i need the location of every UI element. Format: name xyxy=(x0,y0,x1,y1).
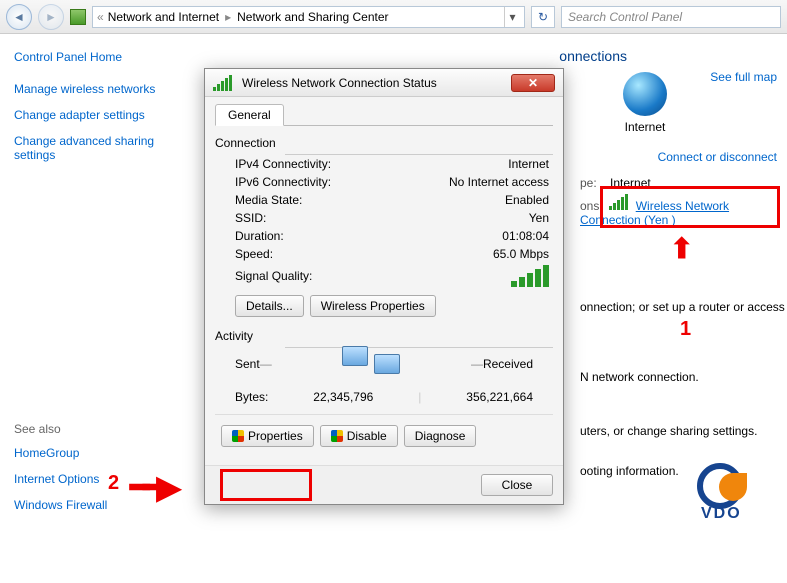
forward-button[interactable]: ► xyxy=(38,4,64,30)
close-button[interactable]: Close xyxy=(481,474,553,496)
ssid-label: SSID: xyxy=(235,211,266,225)
duration-value: 01:08:04 xyxy=(502,229,549,243)
tab-strip: General xyxy=(215,103,553,126)
control-panel-icon xyxy=(70,9,86,25)
internet-label: Internet xyxy=(623,120,667,134)
wireless-properties-button[interactable]: Wireless Properties xyxy=(310,295,436,317)
ipv4-label: IPv4 Connectivity: xyxy=(235,157,331,171)
sidebar-change-adapter[interactable]: Change adapter settings xyxy=(14,108,186,122)
sidebar-change-advanced-sharing[interactable]: Change advanced sharing settings xyxy=(14,134,186,162)
back-button[interactable]: ◄ xyxy=(6,4,32,30)
refresh-button[interactable]: ↻ xyxy=(531,6,555,28)
search-input[interactable]: Search Control Panel xyxy=(561,6,781,28)
see-full-map-link[interactable]: See full map xyxy=(710,70,777,84)
speed-label: Speed: xyxy=(235,247,273,261)
connection-group-label: Connection xyxy=(215,136,553,150)
content-text-4: ooting information. xyxy=(580,464,679,478)
media-state-value: Enabled xyxy=(505,193,549,207)
activity-monitors-icon xyxy=(336,344,406,384)
content-text-2: N network connection. xyxy=(580,370,699,384)
wifi-icon xyxy=(213,75,232,91)
content-text-3: uters, or change sharing settings. xyxy=(580,424,757,438)
properties-button[interactable]: Properties xyxy=(221,425,314,447)
vdo-logo: VDO xyxy=(687,463,767,523)
bytes-label: Bytes: xyxy=(235,390,268,404)
content-text-1: onnection; or set up a router or access xyxy=(580,300,785,314)
bytes-received-value: 356,221,664 xyxy=(466,390,533,404)
annotation-arrow-1: ⬆ xyxy=(670,232,693,265)
access-type-label: pe: xyxy=(580,176,597,190)
ipv4-value: Internet xyxy=(508,157,549,171)
ipv6-label: IPv6 Connectivity: xyxy=(235,175,331,189)
dialog-titlebar[interactable]: Wireless Network Connection Status ✕ xyxy=(205,69,563,97)
speed-value: 65.0 Mbps xyxy=(493,247,549,261)
signal-quality-label: Signal Quality: xyxy=(235,269,312,283)
wireless-connection-link[interactable]: Wireless Network Connection (Yen ) xyxy=(580,199,729,227)
signal-quality-bars-icon xyxy=(511,265,549,287)
wireless-status-dialog: Wireless Network Connection Status ✕ Gen… xyxy=(204,68,564,505)
breadcrumb-level2[interactable]: Network and Sharing Center xyxy=(237,10,388,24)
received-label: Received xyxy=(483,357,533,371)
see-also-windows-firewall[interactable]: Windows Firewall xyxy=(14,498,186,512)
signal-bars-icon xyxy=(609,194,628,210)
breadcrumb[interactable]: « Network and Internet ▸ Network and Sha… xyxy=(92,6,525,28)
sidebar: Control Panel Home Manage wireless netwo… xyxy=(0,34,200,583)
activity-group-label: Activity xyxy=(215,329,553,343)
annotation-label-1: 1 xyxy=(680,318,691,341)
diagnose-button[interactable]: Diagnose xyxy=(404,425,477,447)
bytes-sent-value: 22,345,796 xyxy=(313,390,373,404)
connections-heading: onnections xyxy=(559,48,627,64)
tab-general[interactable]: General xyxy=(215,104,284,126)
see-also-label: See also xyxy=(14,422,186,436)
media-state-label: Media State: xyxy=(235,193,302,207)
annotation-label-2: 2 xyxy=(108,472,119,495)
connect-disconnect-link[interactable]: Connect or disconnect xyxy=(658,150,777,164)
connections-label: ons: xyxy=(580,199,603,213)
ssid-value: Yen xyxy=(529,211,549,225)
internet-globe-icon xyxy=(623,72,667,116)
search-placeholder: Search Control Panel xyxy=(568,10,682,24)
access-type-value: Internet xyxy=(610,176,651,190)
see-also-internet-options[interactable]: Internet Options xyxy=(14,472,186,486)
breadcrumb-dropdown-icon[interactable]: ▾ xyxy=(504,7,520,27)
see-also-homegroup[interactable]: HomeGroup xyxy=(14,446,186,460)
address-bar: ◄ ► « Network and Internet ▸ Network and… xyxy=(0,0,787,34)
breadcrumb-separator: ▸ xyxy=(225,10,231,24)
sidebar-manage-wireless[interactable]: Manage wireless networks xyxy=(14,82,186,96)
shield-icon xyxy=(331,430,343,442)
close-icon[interactable]: ✕ xyxy=(511,74,555,92)
dialog-title: Wireless Network Connection Status xyxy=(242,76,505,90)
breadcrumb-level1[interactable]: Network and Internet xyxy=(108,10,219,24)
breadcrumb-root-icon: « xyxy=(97,10,104,24)
ipv6-value: No Internet access xyxy=(449,175,549,189)
duration-label: Duration: xyxy=(235,229,284,243)
control-panel-home-link[interactable]: Control Panel Home xyxy=(14,50,186,64)
sent-label: Sent xyxy=(235,357,260,371)
disable-button[interactable]: Disable xyxy=(320,425,398,447)
details-button[interactable]: Details... xyxy=(235,295,304,317)
shield-icon xyxy=(232,430,244,442)
